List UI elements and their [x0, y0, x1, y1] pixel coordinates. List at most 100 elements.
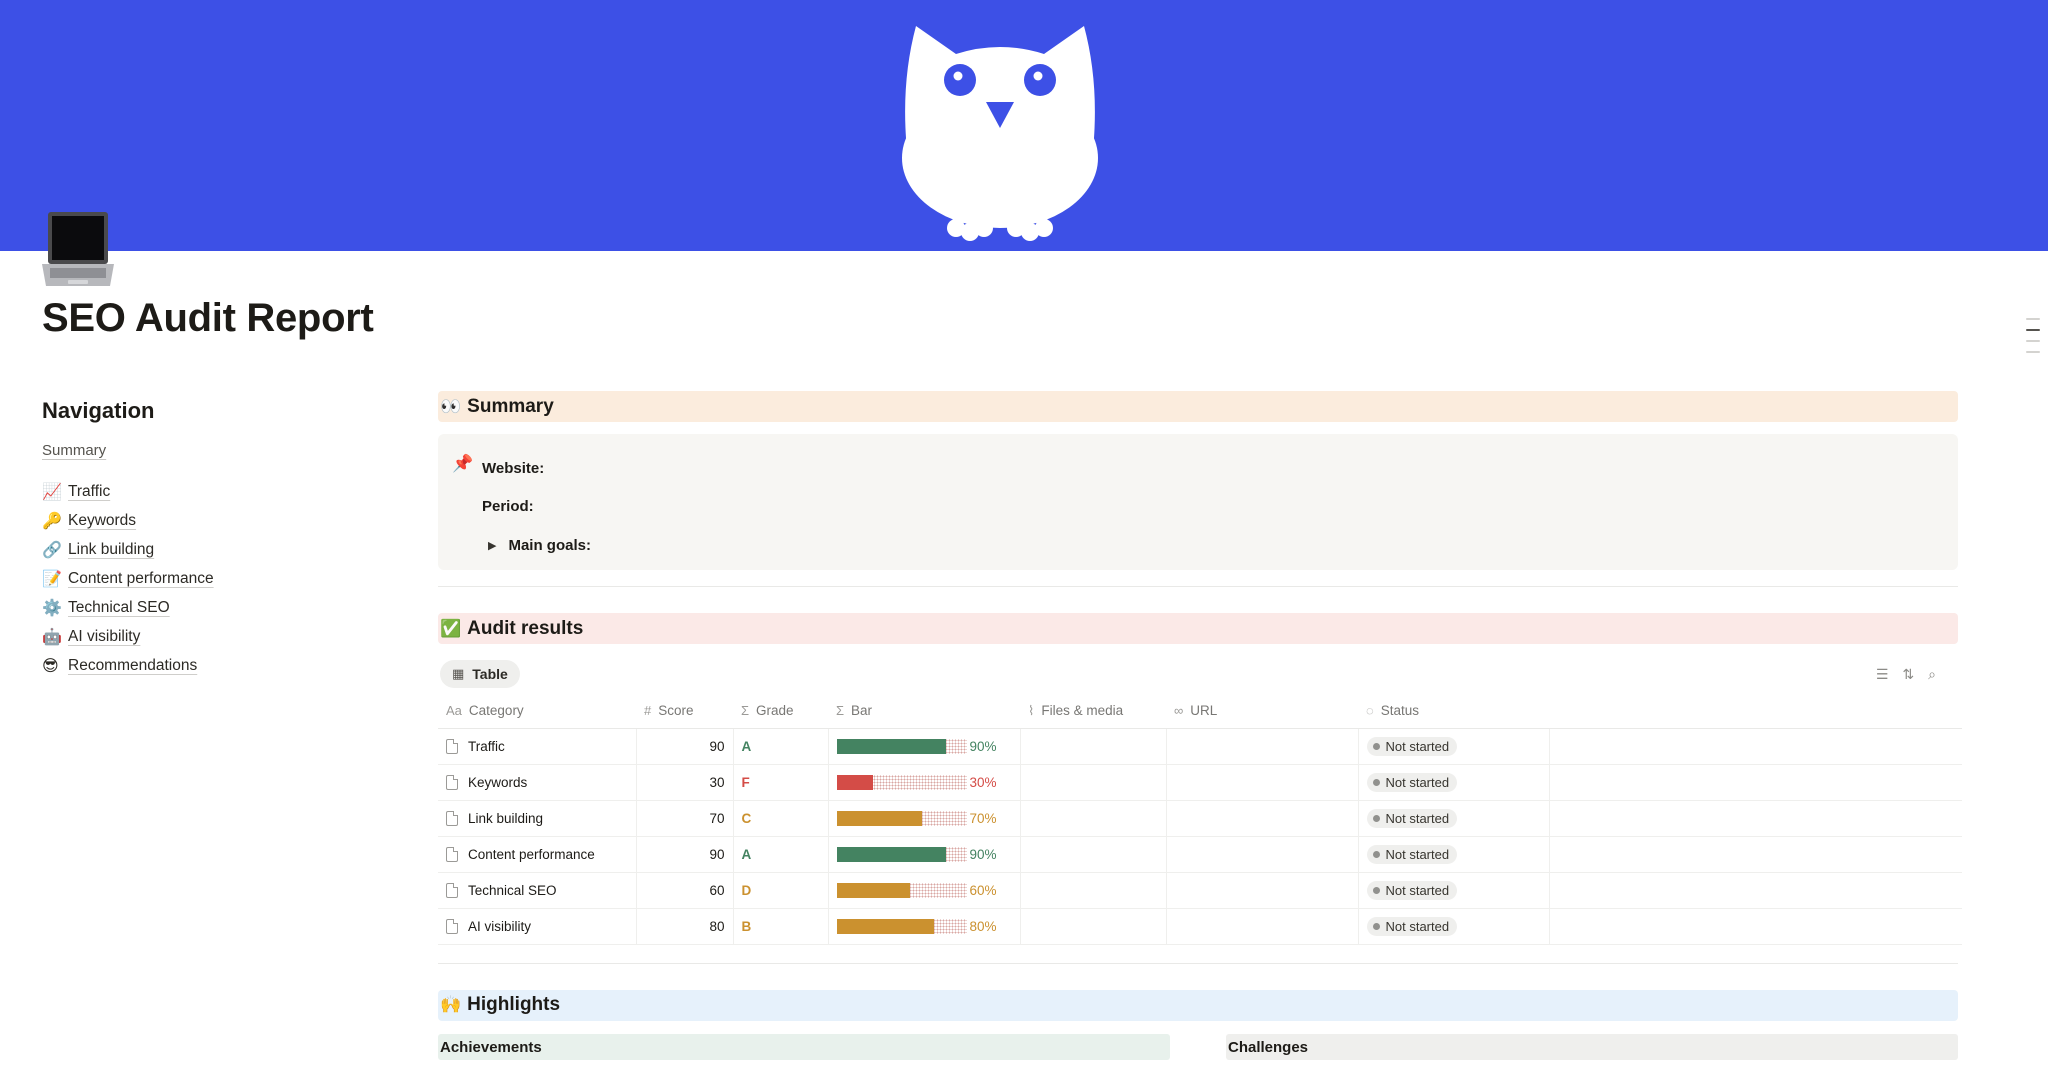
- cell-category[interactable]: Keywords: [438, 764, 637, 801]
- cell-grade[interactable]: A: [733, 836, 829, 873]
- toc-line[interactable]: [2026, 329, 2040, 331]
- status-dot-icon: [1372, 814, 1380, 822]
- column-header-category[interactable]: Aa Category: [438, 694, 636, 729]
- cell-url[interactable]: [1166, 800, 1359, 837]
- toc-line[interactable]: [2026, 318, 2040, 320]
- cell-grade[interactable]: A: [733, 728, 829, 765]
- audit-results-heading-text: Audit results: [467, 617, 584, 639]
- summary-callout: 📌 Website: Period: ▶ Main goals:: [438, 434, 1958, 570]
- search-icon[interactable]: ⌕: [1928, 666, 1936, 683]
- cell-files-media[interactable]: [1020, 908, 1167, 945]
- cell-files-media[interactable]: [1020, 764, 1167, 801]
- column-header-files-media[interactable]: ⌇ Files & media: [1020, 694, 1166, 729]
- cell-score[interactable]: 80: [636, 908, 734, 945]
- divider: [438, 962, 1958, 964]
- nav-link-keywords[interactable]: 🔑 Keywords: [42, 506, 362, 535]
- table-row[interactable]: Link building 70 C 70% Not started: [438, 800, 1962, 837]
- cell-score[interactable]: 60: [636, 872, 734, 909]
- progress-bar-fill: [836, 774, 874, 790]
- cell-status[interactable]: Not started: [1358, 908, 1550, 945]
- laptop-icon[interactable]: [40, 208, 116, 288]
- cell-files-media[interactable]: [1020, 800, 1167, 837]
- toc-line[interactable]: [2026, 351, 2040, 353]
- cell-category[interactable]: AI visibility: [438, 908, 637, 945]
- audit-results-table: Aa Category # Score Σ Grade Σ Bar ⌇ Files & m…: [438, 694, 1962, 945]
- column-header-status[interactable]: ◌ Status: [1358, 694, 1549, 729]
- progress-percent: 70%: [969, 810, 997, 826]
- cell-category[interactable]: Link building: [438, 800, 637, 837]
- nav-link-summary[interactable]: Summary: [42, 442, 106, 459]
- summary-heading: 👀 Summary: [438, 391, 1958, 422]
- progress-bar-fill: [836, 918, 935, 934]
- category-name: AI visibility: [468, 918, 532, 934]
- cell-grade[interactable]: C: [733, 800, 829, 837]
- status-badge: Not started: [1366, 736, 1458, 756]
- nav-link-technical-seo[interactable]: ⚙️ Technical SEO: [42, 593, 362, 622]
- nav-link-ai-visibility[interactable]: 🤖 AI visibility: [42, 622, 362, 651]
- link-icon: ∞: [1174, 703, 1184, 719]
- cell-bar[interactable]: 60%: [828, 872, 1021, 909]
- progress-percent: 60%: [969, 882, 997, 898]
- cell-score[interactable]: 70: [636, 800, 734, 837]
- cell-bar[interactable]: 90%: [828, 728, 1021, 765]
- category-name: Content performance: [468, 846, 595, 862]
- cell-category[interactable]: Content performance: [438, 836, 637, 873]
- cell-status[interactable]: Not started: [1358, 800, 1550, 837]
- nav-link-content-performance[interactable]: 📝 Content performance: [42, 564, 362, 593]
- cell-url[interactable]: [1166, 908, 1359, 945]
- cell-bar[interactable]: 80%: [828, 908, 1021, 945]
- cell-url[interactable]: [1166, 836, 1359, 873]
- nav-item-label: Content performance: [68, 569, 214, 587]
- nav-item-label: Link building: [68, 540, 155, 558]
- cell-bar[interactable]: 70%: [828, 800, 1021, 837]
- table-row[interactable]: Traffic 90 A 90% Not started: [438, 728, 1962, 765]
- cell-category[interactable]: Traffic: [438, 728, 637, 765]
- cell-files-media[interactable]: [1020, 836, 1167, 873]
- table-row[interactable]: AI visibility 80 B 80% Not started: [438, 908, 1962, 945]
- page-cover: [0, 0, 2048, 251]
- toggle-triangle-icon[interactable]: ▶: [488, 539, 496, 552]
- cell-score[interactable]: 90: [636, 728, 734, 765]
- cell-grade[interactable]: F: [733, 764, 829, 801]
- main-goals-toggle[interactable]: ▶ Main goals:: [488, 537, 591, 554]
- sort-icon[interactable]: ⇅: [1902, 666, 1914, 683]
- nav-link-traffic[interactable]: 📈 Traffic: [42, 477, 362, 506]
- nav-link-recommendations[interactable]: 😎 Recommendations: [42, 651, 362, 680]
- page-icon: [446, 810, 458, 826]
- main-content: 👀 Summary 📌 Website: Period: ▶ Main goal…: [438, 391, 1962, 1021]
- cell-files-media[interactable]: [1020, 872, 1167, 909]
- cell-files-media[interactable]: [1020, 728, 1167, 765]
- cell-url[interactable]: [1166, 764, 1359, 801]
- cell-status[interactable]: Not started: [1358, 872, 1550, 909]
- table-row[interactable]: Technical SEO 60 D 60% Not started: [438, 872, 1962, 909]
- challenges-heading: Challenges: [1226, 1034, 1958, 1060]
- cell-category[interactable]: Technical SEO: [438, 872, 637, 909]
- column-header-grade[interactable]: Σ Grade: [733, 694, 828, 729]
- audit-results-heading: ✅ Audit results: [438, 613, 1958, 644]
- cell-score[interactable]: 90: [636, 836, 734, 873]
- view-tools: ☰ ⇅ ⌕: [1876, 666, 1936, 683]
- toc-line[interactable]: [2026, 340, 2040, 342]
- cell-status[interactable]: Not started: [1358, 728, 1550, 765]
- column-header-score[interactable]: # Score: [636, 694, 733, 729]
- cell-url[interactable]: [1166, 728, 1359, 765]
- cell-score[interactable]: 30: [636, 764, 734, 801]
- cell-status[interactable]: Not started: [1358, 836, 1550, 873]
- view-tab-table[interactable]: ▦ Table: [440, 660, 520, 688]
- column-header-url[interactable]: ∞ URL: [1166, 694, 1358, 729]
- cell-grade[interactable]: B: [733, 908, 829, 945]
- table-row[interactable]: Content performance 90 A 90% Not started: [438, 836, 1962, 873]
- cell-bar[interactable]: 30%: [828, 764, 1021, 801]
- cell-url[interactable]: [1166, 872, 1359, 909]
- cell-bar[interactable]: 90%: [828, 836, 1021, 873]
- page-icon: [446, 846, 458, 862]
- cell-status[interactable]: Not started: [1358, 764, 1550, 801]
- status-text: Not started: [1385, 918, 1450, 934]
- column-header-bar[interactable]: Σ Bar: [828, 694, 1020, 729]
- cell-spacer: [1549, 908, 1962, 945]
- nav-link-link-building[interactable]: 🔗 Link building: [42, 535, 362, 564]
- table-row[interactable]: Keywords 30 F 30% Not started: [438, 764, 1962, 801]
- filter-icon[interactable]: ☰: [1876, 666, 1889, 683]
- table-of-contents-minimap[interactable]: [2026, 318, 2040, 362]
- cell-grade[interactable]: D: [733, 872, 829, 909]
